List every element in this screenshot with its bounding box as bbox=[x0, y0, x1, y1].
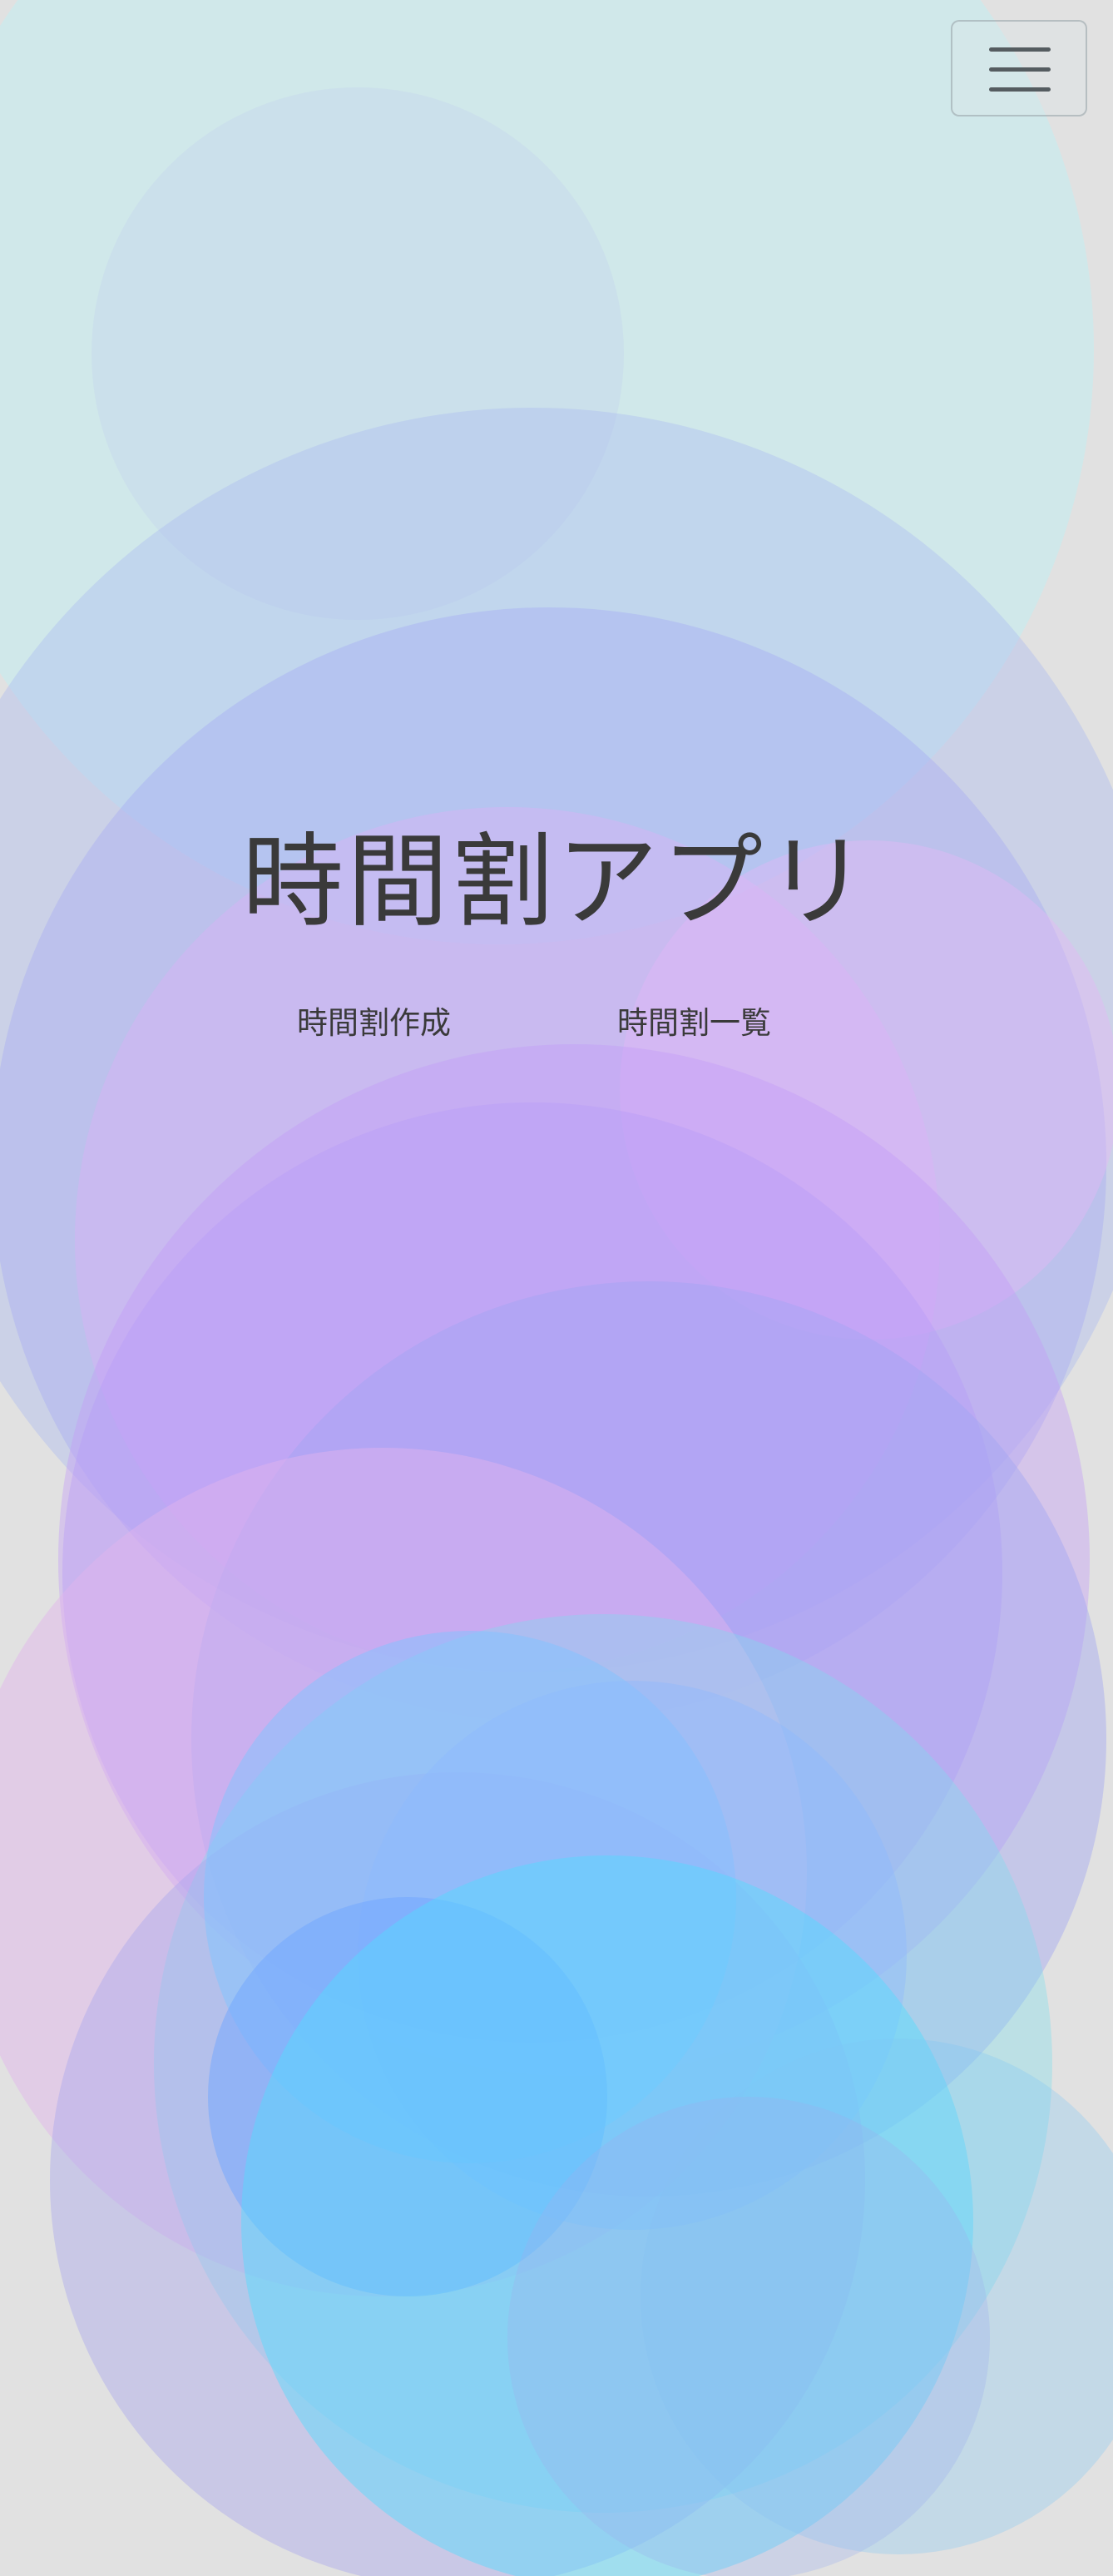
bubble bbox=[507, 2097, 990, 2576]
hamburger-menu-button[interactable] bbox=[951, 20, 1087, 116]
nav-link-timetable-list[interactable]: 時間割一覧 bbox=[617, 998, 771, 1048]
hamburger-menu-icon bbox=[989, 67, 1051, 72]
page: 時間割アプリ 時間割作成 時間割一覧 bbox=[0, 0, 1113, 2576]
app-title: 時間割アプリ bbox=[242, 823, 871, 941]
nav-link-create-timetable[interactable]: 時間割作成 bbox=[297, 998, 451, 1048]
main-nav: 時間割作成 時間割一覧 bbox=[0, 998, 1113, 1048]
hamburger-menu-icon bbox=[989, 87, 1051, 92]
hamburger-menu-icon bbox=[989, 47, 1051, 52]
background-bubbles bbox=[0, 0, 1113, 2576]
